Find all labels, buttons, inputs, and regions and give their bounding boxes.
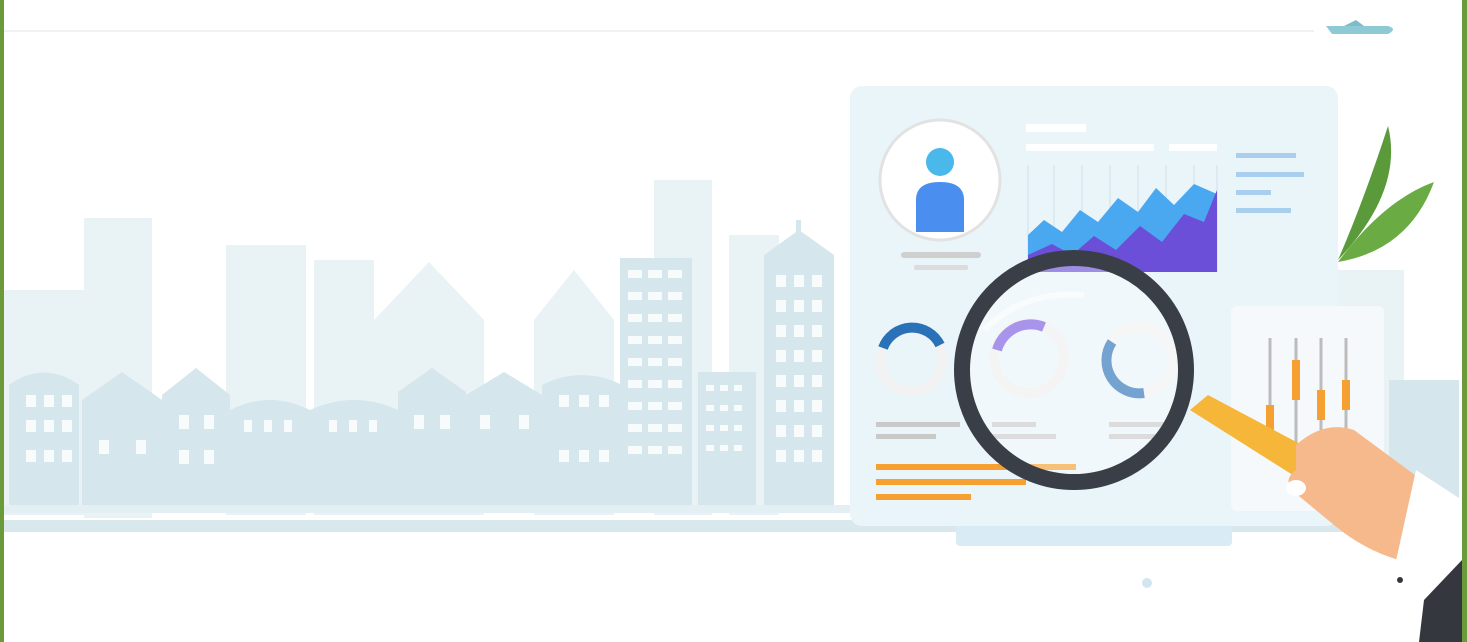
leaf-icon [1338,126,1434,262]
chart-subtitle-line [1026,144,1154,151]
illustration-frame [0,0,1467,642]
user-avatar-icon [878,118,1002,242]
chart-title-line [1026,124,1086,132]
decor-dot [1142,578,1152,588]
avatar-caption-line [901,252,981,258]
analytics-illustration [4,10,1462,642]
airplane-icon [1314,10,1393,34]
avatar-caption-line-2 [914,265,968,270]
chart-subtitle-line-2 [1169,144,1217,151]
